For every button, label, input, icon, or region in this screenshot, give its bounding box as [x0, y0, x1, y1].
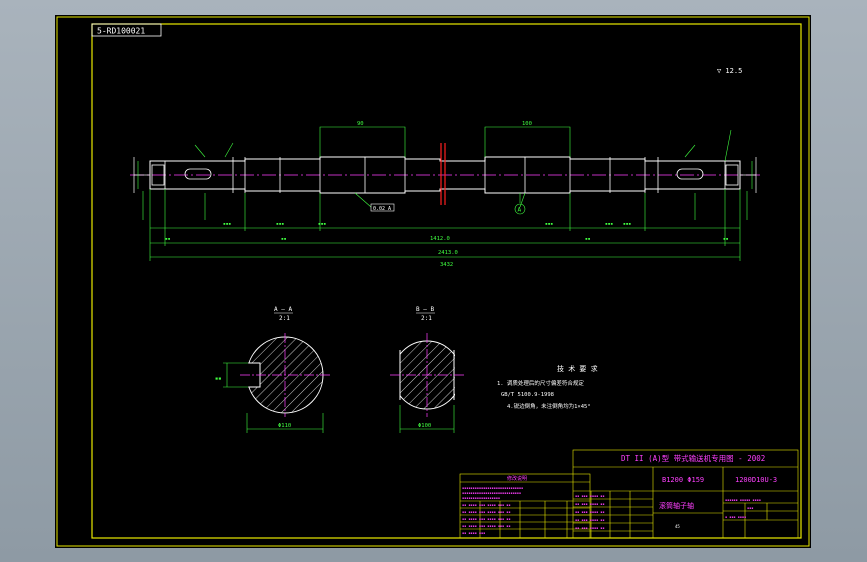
code-box-text: 5-RD100021 — [97, 27, 145, 36]
svg-text:▪▪▪: ▪▪▪ — [276, 222, 284, 227]
tech-notes: 技 术 要 求 1. 调质处理后的尺寸偏差符合规定 GB/T 5100.9-19… — [497, 364, 598, 410]
section-a-scale: 2:1 — [279, 315, 290, 322]
dim-overall: 3432 — [440, 262, 453, 268]
svg-text:▪▪▪: ▪▪▪ — [747, 506, 753, 510]
dim-span-1: 1412.0 — [430, 236, 450, 242]
title-block-header: DT II (A)型 带式输送机专用图 - 2002 — [621, 453, 765, 463]
title-block-spec: B1200 Φ159 — [662, 476, 704, 484]
svg-text:▪▪: ▪▪ — [165, 237, 171, 242]
svg-text:▪▪ ▪▪▪▪ ▪▪▪ ▪▪▪▪ ▪▪▪ ▪▪: ▪▪ ▪▪▪▪ ▪▪▪ ▪▪▪▪ ▪▪▪ ▪▪ — [462, 503, 510, 507]
revision-rows: ▪▪▪▪▪▪▪▪▪▪▪▪▪▪▪▪▪▪▪▪▪▪▪▪▪▪▪▪▪ ▪▪▪▪▪▪▪▪▪▪… — [462, 486, 523, 535]
svg-text:▪▪ ▪▪▪▪ ▪▪▪ ▪▪▪▪ ▪▪▪ ▪▪: ▪▪ ▪▪▪▪ ▪▪▪ ▪▪▪▪ ▪▪▪ ▪▪ — [462, 517, 510, 521]
svg-text:▪▪▪▪▪▪▪▪▪▪▪▪▪▪▪▪▪▪▪▪▪▪▪▪▪▪▪▪: ▪▪▪▪▪▪▪▪▪▪▪▪▪▪▪▪▪▪▪▪▪▪▪▪▪▪▪▪ — [462, 491, 521, 495]
svg-text:▪▪ ▪▪▪ ▪▪▪▪ ▪▪: ▪▪ ▪▪▪ ▪▪▪▪ ▪▪ — [575, 510, 605, 514]
tech-notes-line2: GB/T 5100.9-1998 — [501, 392, 554, 398]
svg-text:▪▪ ▪▪▪▪ ▪▪▪ ▪▪▪▪ ▪▪▪ ▪▪: ▪▪ ▪▪▪▪ ▪▪▪ ▪▪▪▪ ▪▪▪ ▪▪ — [462, 510, 510, 514]
svg-text:▪▪ ▪▪▪ ▪▪▪▪ ▪▪: ▪▪ ▪▪▪ ▪▪▪▪ ▪▪ — [575, 494, 605, 498]
section-b-width: Φ100 — [418, 423, 431, 429]
section-a-key-dim: ▪▪ — [215, 376, 222, 382]
tolerance-text: 0.02 A — [373, 206, 391, 212]
section-b: B — B 2:1 Φ100 — [390, 306, 465, 433]
tech-notes-title: 技 术 要 求 — [557, 364, 598, 373]
svg-text:▪▪▪: ▪▪▪ — [623, 222, 631, 227]
cad-viewport: 5-RD100021 ▽ 12.5 90 100 1412.0 2413.0 3… — [0, 0, 867, 562]
left-keyway — [184, 168, 212, 180]
section-a: A — A 2:1 ▪▪ Φ110 — [215, 306, 330, 433]
section-a-width: Φ110 — [278, 423, 291, 429]
svg-text:▪▪ ▪▪▪▪ ▪▪▪: ▪▪ ▪▪▪▪ ▪▪▪ — [462, 531, 485, 535]
revision-title: 修改说明 — [507, 475, 527, 482]
right-keyway — [676, 168, 704, 180]
outer-frame — [56, 16, 810, 547]
svg-text:▪▪ ▪▪▪ ▪▪▪▪ ▪▪: ▪▪ ▪▪▪ ▪▪▪▪ ▪▪ — [575, 518, 605, 522]
svg-text:▪▪ ▪▪▪ ▪▪▪▪ ▪▪: ▪▪ ▪▪▪ ▪▪▪▪ ▪▪ — [575, 526, 605, 530]
svg-text:▪▪▪▪▪▪▪▪▪▪▪▪▪▪▪▪▪▪: ▪▪▪▪▪▪▪▪▪▪▪▪▪▪▪▪▪▪ — [462, 496, 500, 500]
section-a-label: A — A — [274, 306, 292, 313]
svg-text:▪▪▪: ▪▪▪ — [545, 222, 553, 227]
svg-text:▪▪▪: ▪▪▪ — [223, 222, 231, 227]
svg-text:▪▪ ▪▪▪ ▪▪▪▪ ▪▪: ▪▪ ▪▪▪ ▪▪▪▪ ▪▪ — [575, 502, 605, 506]
surface-note: ▽ 12.5 — [717, 67, 742, 75]
svg-text:▪▪▪: ▪▪▪ — [605, 222, 613, 227]
svg-text:▪▪ ▪▪▪▪ ▪▪▪ ▪▪▪▪ ▪▪▪ ▪▪: ▪▪ ▪▪▪▪ ▪▪▪ ▪▪▪▪ ▪▪▪ ▪▪ — [462, 524, 510, 528]
svg-text:▪ ▪▪▪ ▪▪▪▪: ▪ ▪▪▪ ▪▪▪▪ — [725, 515, 746, 519]
dim-span-2: 2413.0 — [438, 250, 458, 256]
section-b-label: B — B — [416, 306, 434, 313]
svg-text:▪▪▪▪▪▪ ▪▪▪▪▪ ▪▪▪▪: ▪▪▪▪▪▪ ▪▪▪▪▪ ▪▪▪▪ — [725, 498, 761, 502]
svg-text:▪▪: ▪▪ — [281, 237, 287, 242]
svg-text:▪▪▪: ▪▪▪ — [318, 222, 326, 227]
section-b-scale: 2:1 — [421, 315, 432, 322]
dim-hub-right: 100 — [522, 121, 532, 127]
tech-notes-line1: 1. 调质处理后的尺寸偏差符合规定 — [497, 379, 584, 387]
svg-text:▪▪: ▪▪ — [723, 237, 729, 242]
title-block-drawing-no: 1200D10U-3 — [735, 476, 777, 484]
title-block — [572, 449, 799, 539]
title-block-part-name: 滚筒轴子轴 — [659, 501, 694, 510]
tech-notes-line3: 4.锐边倒角，未注倒角均为1×45° — [507, 402, 591, 410]
title-block-material: 45 — [675, 524, 680, 529]
svg-text:▪▪: ▪▪ — [585, 237, 591, 242]
svg-text:▪▪▪▪▪▪▪▪▪▪▪▪▪▪▪▪▪▪▪▪▪▪▪▪▪▪▪▪▪: ▪▪▪▪▪▪▪▪▪▪▪▪▪▪▪▪▪▪▪▪▪▪▪▪▪▪▪▪▪ — [462, 486, 523, 490]
drawing-canvas: 5-RD100021 ▽ 12.5 90 100 1412.0 2413.0 3… — [56, 16, 810, 547]
drawing-paper: 5-RD100021 ▽ 12.5 90 100 1412.0 2413.0 3… — [55, 15, 811, 548]
title-block-cells: ▪▪▪▪▪▪ ▪▪▪▪▪ ▪▪▪▪ ▪▪▪ ▪ ▪▪▪ ▪▪▪▪ ▪▪ ▪▪▪ … — [575, 494, 761, 530]
datum-letter: A — [518, 207, 522, 214]
dim-hub-left: 90 — [357, 121, 364, 127]
shaft-elevation — [130, 143, 760, 205]
